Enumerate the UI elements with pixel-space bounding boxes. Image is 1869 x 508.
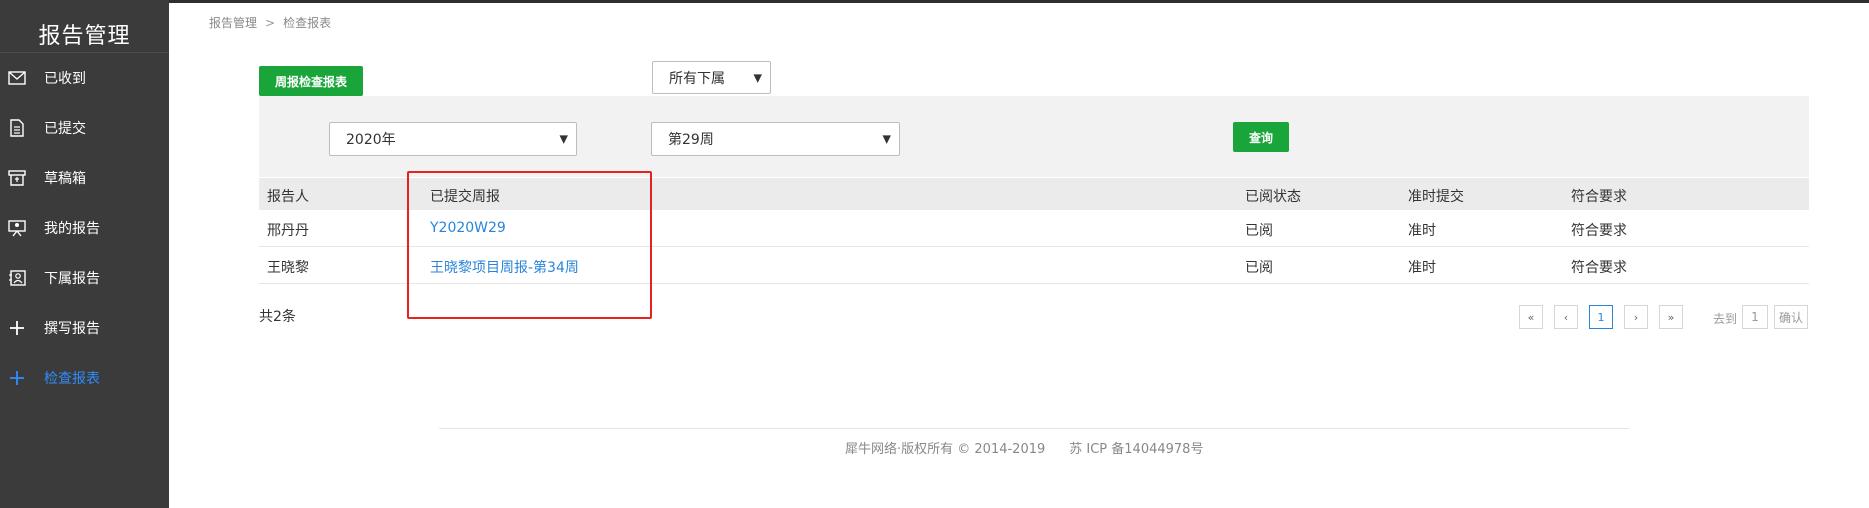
pagination-first-button[interactable]: « bbox=[1519, 305, 1543, 329]
sidebar-item-label: 我的报告 bbox=[44, 221, 100, 237]
pagination-current-page[interactable]: 1 bbox=[1589, 305, 1613, 329]
breadcrumb-current: 检查报表 bbox=[283, 16, 332, 30]
sidebar-item-subordinate-reports[interactable]: 下属报告 bbox=[0, 257, 169, 299]
document-icon bbox=[2, 118, 32, 138]
chevron-down-icon: ▼ bbox=[882, 132, 891, 146]
footer-copyright: 犀牛网络·版权所有 © 2014-2019 bbox=[845, 442, 1046, 457]
sidebar-item-write-report[interactable]: 撰写报告 bbox=[0, 307, 169, 349]
sidebar-divider bbox=[0, 52, 169, 53]
presentation-icon bbox=[2, 218, 32, 238]
column-header-reporter: 报告人 bbox=[267, 189, 309, 205]
year-select[interactable]: 2020年 ▼ bbox=[329, 122, 577, 156]
chevron-down-icon: ▼ bbox=[753, 71, 762, 84]
plus-icon bbox=[2, 368, 32, 388]
week-select[interactable]: 第29周 ▼ bbox=[651, 122, 900, 156]
year-select-value: 2020年 bbox=[346, 132, 396, 148]
sidebar-item-drafts[interactable]: 草稿箱 bbox=[0, 157, 169, 199]
row-on-time: 准时 bbox=[1408, 223, 1436, 239]
weekly-report-check-button[interactable]: 周报检查报表 bbox=[259, 66, 363, 96]
total-count: 共2条 bbox=[259, 309, 296, 325]
footer-divider bbox=[439, 428, 1629, 429]
row-reporter: 邢丹丹 bbox=[267, 223, 309, 239]
breadcrumb-separator: > bbox=[265, 16, 276, 30]
footer: 犀牛网络·版权所有 © 2014-2019 苏 ICP 备14044978号 bbox=[845, 438, 1203, 457]
sidebar-item-label: 已收到 bbox=[44, 71, 86, 87]
pagination-goto-input[interactable]: 1 bbox=[1742, 305, 1768, 329]
drafts-icon bbox=[2, 168, 32, 188]
top-border bbox=[0, 0, 1869, 3]
breadcrumb-root[interactable]: 报告管理 bbox=[209, 16, 257, 30]
query-button[interactable]: 查询 bbox=[1233, 122, 1289, 152]
row-on-time: 准时 bbox=[1408, 260, 1436, 276]
pagination-prev-button[interactable]: ‹ bbox=[1554, 305, 1578, 329]
subordinate-select-value: 所有下属 bbox=[669, 70, 725, 87]
footer-icp: 苏 ICP 备14044978号 bbox=[1069, 442, 1204, 457]
row-read-status: 已阅 bbox=[1245, 260, 1273, 276]
row-compliance: 符合要求 bbox=[1571, 223, 1627, 239]
contact-card-icon bbox=[2, 268, 32, 288]
sidebar: 报告管理 已收到 已提交 草稿箱 我的报告 下属报告 撰写报告 检查报表 bbox=[0, 0, 169, 508]
row-reporter: 王晓黎 bbox=[267, 260, 309, 276]
plus-icon bbox=[2, 318, 32, 338]
sidebar-item-label: 撰写报告 bbox=[44, 321, 100, 337]
sidebar-item-my-reports[interactable]: 我的报告 bbox=[0, 207, 169, 249]
sidebar-item-label: 已提交 bbox=[44, 121, 86, 137]
row-read-status: 已阅 bbox=[1245, 223, 1273, 239]
sidebar-item-received[interactable]: 已收到 bbox=[0, 57, 169, 99]
week-select-value: 第29周 bbox=[668, 132, 714, 148]
pagination-confirm-button[interactable]: 确认 bbox=[1774, 305, 1808, 329]
sidebar-item-label: 下属报告 bbox=[44, 271, 100, 287]
subordinate-select[interactable]: 所有下属 ▼ bbox=[652, 61, 771, 94]
sidebar-item-check-reports[interactable]: 检查报表 bbox=[0, 357, 169, 399]
highlight-annotation-box bbox=[407, 171, 652, 319]
breadcrumb: 报告管理 > 检查报表 bbox=[209, 14, 331, 31]
sidebar-title: 报告管理 bbox=[38, 24, 131, 49]
chevron-down-icon: ▼ bbox=[559, 132, 568, 146]
column-header-compliance: 符合要求 bbox=[1571, 189, 1627, 205]
sidebar-item-submitted[interactable]: 已提交 bbox=[0, 107, 169, 149]
envelope-icon bbox=[2, 68, 32, 88]
column-header-read-status: 已阅状态 bbox=[1245, 189, 1301, 205]
column-header-on-time: 准时提交 bbox=[1408, 189, 1464, 205]
pagination-last-button[interactable]: » bbox=[1659, 305, 1683, 329]
pagination-goto-label: 去到 bbox=[1713, 312, 1738, 326]
pagination-next-button[interactable]: › bbox=[1624, 305, 1648, 329]
sidebar-item-label: 草稿箱 bbox=[44, 171, 86, 187]
row-compliance: 符合要求 bbox=[1571, 260, 1627, 276]
sidebar-item-label: 检查报表 bbox=[44, 371, 100, 387]
